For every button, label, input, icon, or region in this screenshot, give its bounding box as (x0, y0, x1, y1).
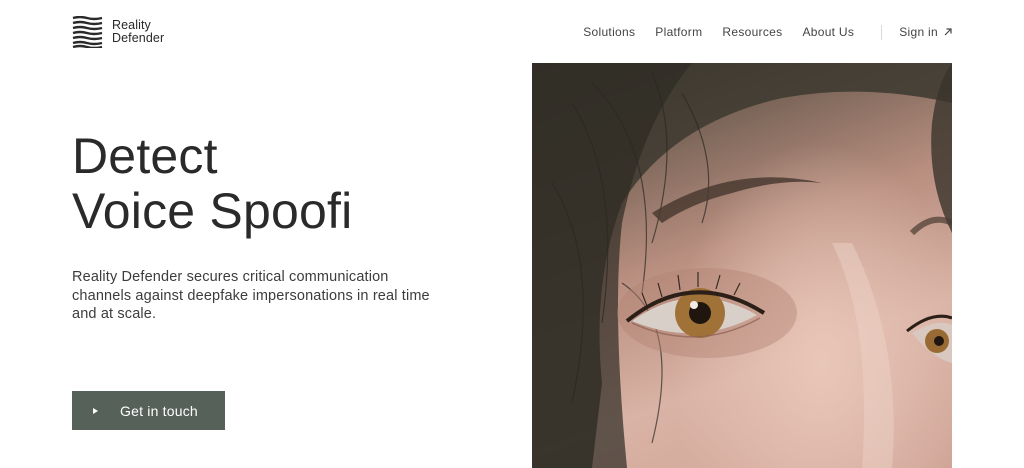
get-in-touch-label: Get in touch (120, 402, 198, 419)
nav-item-solutions[interactable]: Solutions (583, 25, 635, 39)
sign-in-link[interactable]: Sign in (899, 25, 952, 39)
brand-name-line2: Defender (112, 31, 165, 45)
nav-item-about-us[interactable]: About Us (802, 25, 854, 39)
hero-photo-illustration (532, 63, 952, 468)
hero-title-line1: Detect (72, 128, 218, 184)
arrow-up-right-icon (944, 28, 952, 36)
nav-item-platform[interactable]: Platform (655, 25, 702, 39)
wave-lines-logo-icon (72, 16, 103, 48)
play-triangle-icon (93, 407, 98, 414)
sign-in-label: Sign in (899, 25, 938, 39)
brand-logo[interactable]: Reality Defender (72, 16, 164, 48)
hero-description: Reality Defender secures critical commun… (72, 269, 430, 322)
hero-title-line2: Voice Spoofi (72, 183, 353, 239)
brand-name: Reality Defender (112, 19, 164, 45)
get-in-touch-button[interactable]: Get in touch (72, 391, 225, 430)
top-nav: Solutions Platform Resources About Us Si… (583, 24, 952, 40)
nav-divider (881, 24, 883, 40)
nav-item-resources[interactable]: Resources (722, 25, 782, 39)
hero-photo (532, 63, 952, 468)
hero-title: Detect Voice Spoofi (72, 129, 352, 239)
